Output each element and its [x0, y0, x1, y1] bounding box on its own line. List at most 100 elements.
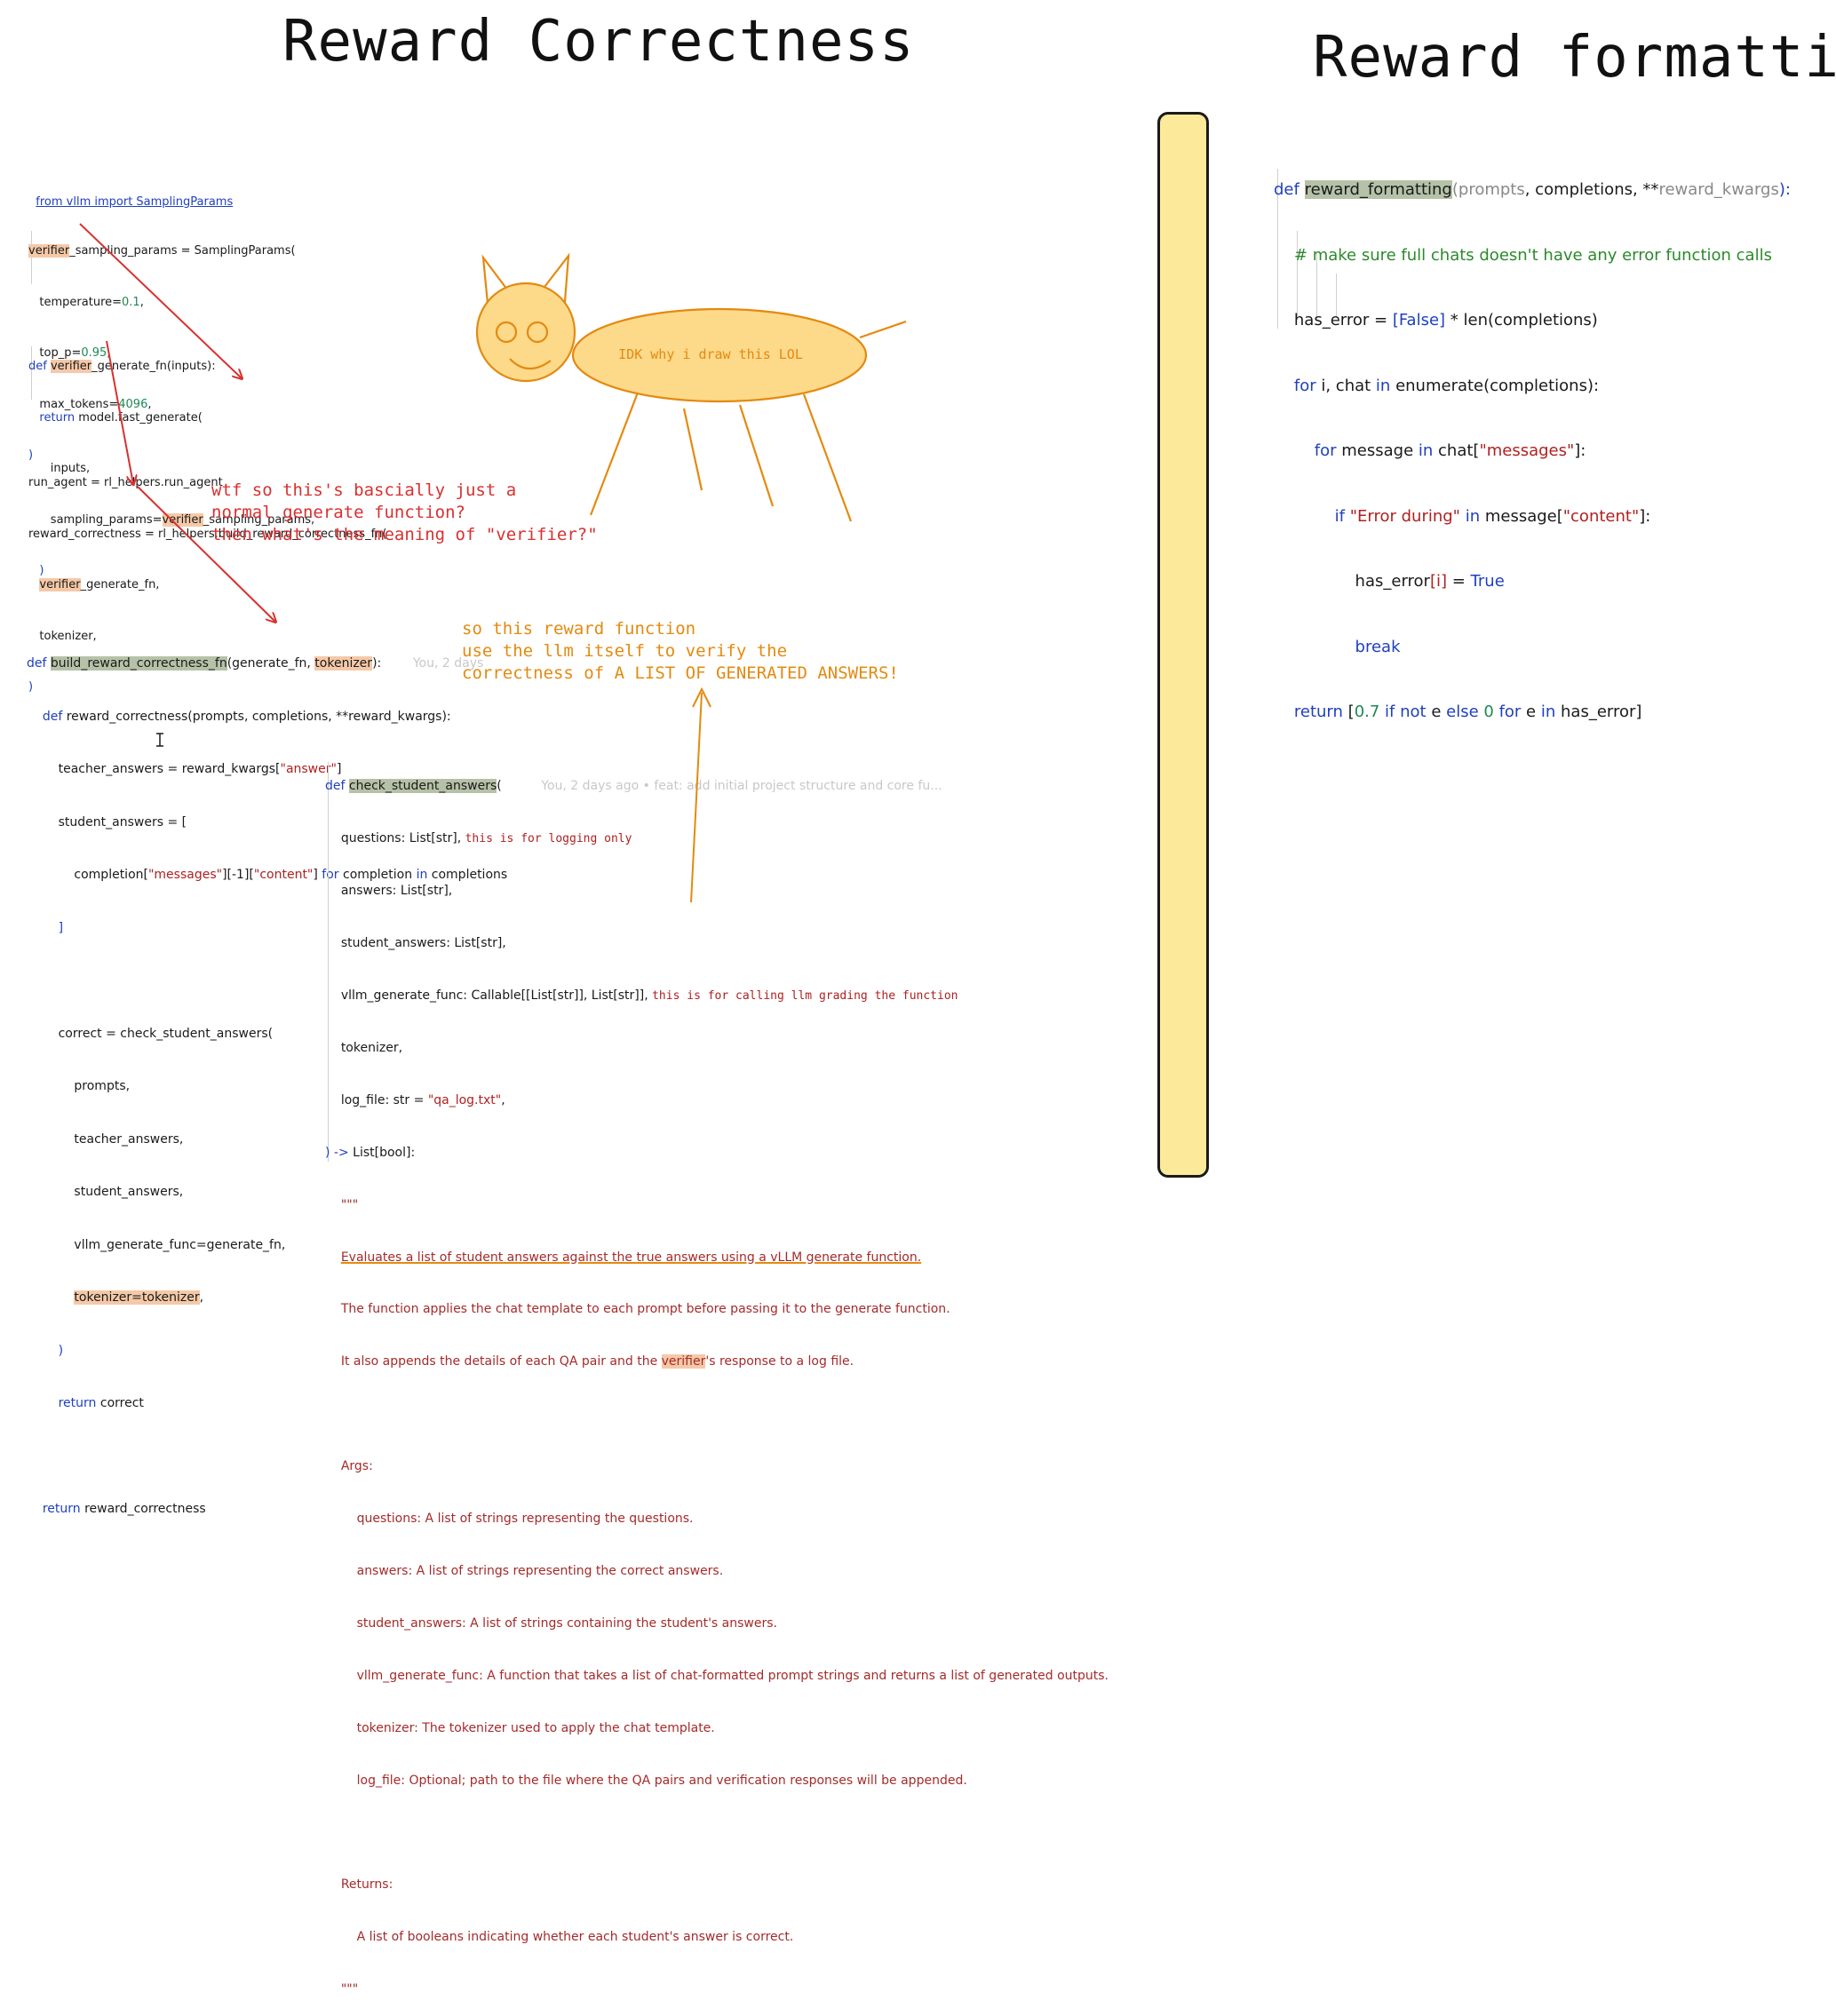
docstring-line: The function applies the chat template t… [340, 1302, 950, 1317]
code-text: message [1336, 441, 1419, 460]
code-text: = [1447, 572, 1471, 591]
code-text: ] [58, 920, 64, 935]
code-keyword: in [1540, 702, 1556, 721]
code-keyword: if [1334, 506, 1350, 526]
code-text: log_file: str = [340, 1092, 428, 1107]
code-keyword: in [1375, 376, 1391, 395]
code-text: e [1521, 702, 1541, 721]
code-text: vllm_generate_func=generate_fn, [74, 1237, 286, 1252]
code-keyword: in [1418, 441, 1434, 460]
code-text: , [199, 1290, 204, 1305]
code-text: reward_correctness [84, 1502, 206, 1516]
code-text: answers: List[str], [340, 884, 453, 899]
docstring-line: A list of booleans indicating whether ea… [356, 1930, 794, 1945]
code-text: vllm_generate_func: Callable[[List[str]]… [340, 988, 653, 1004]
code-text: ( [1451, 180, 1458, 199]
code-keyword: for [1314, 441, 1337, 460]
docstring-line: questions: A list of strings representin… [356, 1512, 694, 1527]
docstring-line: student_answers: A list of strings conta… [356, 1615, 777, 1631]
code-text: questions: List[str], [340, 831, 465, 846]
code-text: ) [58, 1343, 64, 1358]
title-reward-correctness: Reward Correctness [282, 9, 915, 75]
verifier-highlight: verifier [39, 578, 81, 591]
code-keyword: def [27, 656, 51, 671]
docstring-line: answers: A list of strings representing … [356, 1564, 724, 1578]
divider-bar [1157, 112, 1209, 1178]
docstring-line: It also appends the details of each QA p… [340, 1354, 662, 1369]
code-text: ]: [1574, 441, 1586, 460]
inline-handwritten-note: this is for calling llm grading the func… [652, 989, 958, 1004]
code-reward-formatting: def reward_formatting(prompts, completio… [1274, 136, 1791, 745]
function-name-highlight: build_reward_correctness_fn [50, 656, 227, 671]
code-keyword: def [325, 779, 349, 794]
function-name-highlight: check_student_answers [348, 779, 497, 794]
code-keyword: [False] [1392, 311, 1446, 329]
code-text: student_answers: List[str], [340, 936, 506, 951]
git-blame-ghost: You, 2 days ago • feat: add initial proj… [541, 779, 942, 794]
code-keyword: if not [1379, 702, 1427, 721]
code-keyword: True [1470, 572, 1505, 591]
code-text: * len(completions) [1445, 311, 1598, 329]
code-text: (generate_fn, [227, 656, 315, 671]
code-text: correct [99, 1396, 144, 1410]
inline-handwritten-note: this is for logging only [465, 832, 632, 846]
title-reward-formatting: Reward formatting [1313, 25, 1836, 91]
code-text: correct = check_student_answers( [58, 1026, 274, 1041]
code-param: reward_kwargs [1658, 180, 1779, 199]
code-keyword: in [1459, 506, 1481, 526]
code-string: "messages" [147, 868, 223, 882]
code-text: message[ [1480, 506, 1563, 526]
docstring-quote: """ [340, 1197, 359, 1212]
code-text: List[bool]: [353, 1145, 416, 1160]
code-string: "qa_log.txt" [427, 1092, 502, 1107]
code-text: chat[ [1433, 441, 1480, 460]
code-text: _generate_fn, [80, 578, 160, 591]
code-keyword: return [1293, 702, 1348, 721]
docstring-quote: """ [340, 1982, 359, 1997]
code-text: model.fast_generate( [78, 410, 203, 425]
code-text: ] [313, 868, 322, 882]
verifier-highlight: verifier [661, 1354, 706, 1369]
code-text: ) -> [325, 1145, 354, 1160]
code-text: , [139, 295, 144, 309]
code-keyword: return [58, 1396, 100, 1410]
code-import: from vllm import SamplingParams [28, 176, 233, 210]
code-keyword: def [28, 360, 51, 373]
code-text: tokenizer, [340, 1040, 403, 1055]
code-text: _generate_fn(inputs): [91, 360, 216, 373]
function-name-highlight: reward_formatting [1304, 180, 1452, 199]
code-text: ][-1][ [222, 868, 254, 882]
docstring-line: Returns: [340, 1877, 393, 1893]
code-string: "messages" [1479, 441, 1575, 460]
code-text: enumerate(completions): [1390, 376, 1600, 395]
code-text: ( [497, 779, 502, 794]
code-keyword: else [1446, 702, 1479, 721]
code-string: "Error during" [1349, 506, 1460, 526]
docstring-line: 's response to a log file. [705, 1354, 854, 1369]
code-text: teacher_answers = reward_kwargs[ [58, 762, 281, 776]
code-text: [i] [1429, 572, 1447, 591]
docstring-line: Args: [340, 1459, 373, 1474]
code-text: , [501, 1092, 505, 1107]
code-keyword: def [1274, 180, 1305, 199]
code-text: [ [1347, 702, 1355, 721]
code-keyword: for [1493, 702, 1522, 721]
import-statement: from vllm import SamplingParams [36, 194, 234, 209]
code-text: prompts, [74, 1079, 131, 1093]
code-number: 0.7 [1354, 702, 1380, 721]
code-text: , completions, ** [1524, 180, 1659, 199]
code-number: 0 [1478, 702, 1494, 721]
code-keyword: return [42, 1502, 85, 1516]
code-string: "content" [1562, 506, 1640, 526]
code-text: has_error] [1555, 702, 1642, 721]
docstring-line: tokenizer: The tokenizer used to apply t… [356, 1720, 715, 1735]
code-text: e [1426, 702, 1447, 721]
code-text: student_answers, [74, 1185, 184, 1199]
code-text: i, chat [1315, 376, 1376, 395]
code-text: ): [372, 656, 382, 671]
note-reward-function-explanation: so this reward function use the llm itse… [462, 619, 899, 683]
docstring-line: vllm_generate_func: A function that take… [356, 1668, 1109, 1683]
docstring-line: log_file: Optional; path to the file whe… [356, 1773, 967, 1788]
verifier-highlight: verifier [50, 360, 92, 373]
code-param: prompts [1458, 180, 1525, 199]
